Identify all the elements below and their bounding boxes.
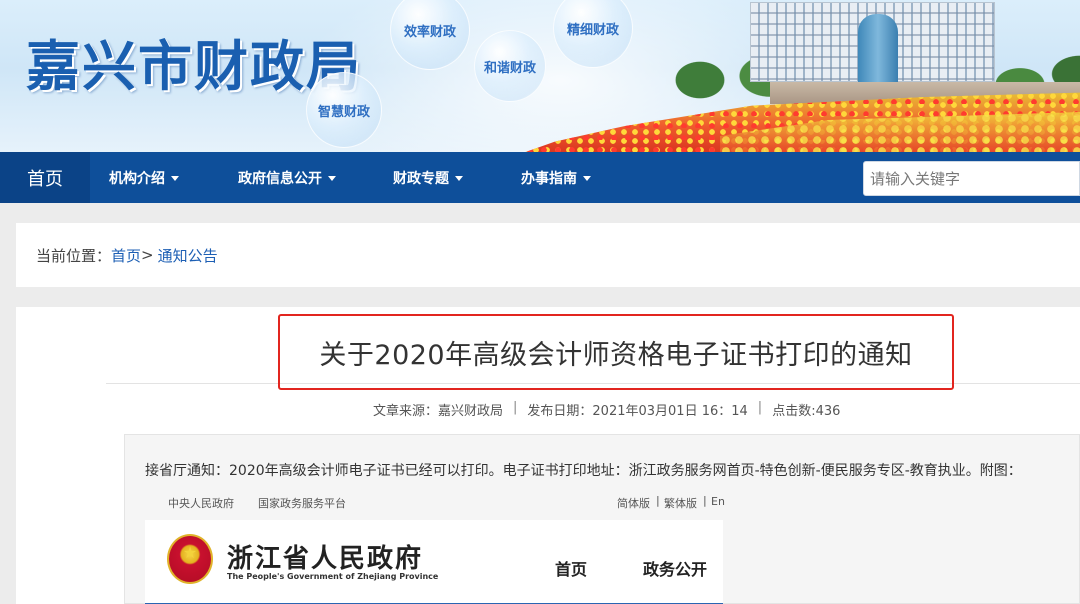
- embedded-lang-english: En: [711, 495, 725, 508]
- nav-item-finance-topics[interactable]: 财政专题: [393, 152, 463, 203]
- nav-item-gov-info[interactable]: 政府信息公开: [238, 152, 336, 203]
- bubble-label: 智慧财政: [317, 104, 370, 120]
- embedded-link-central-gov: 中央人民政府: [168, 497, 234, 510]
- nav-home[interactable]: 首页: [0, 152, 90, 203]
- embedded-lang-simplified: 简体版: [617, 497, 650, 510]
- meta-divider: |: [513, 400, 518, 415]
- title-highlight-box: 关于2020年高级会计师资格电子证书打印的通知: [278, 314, 954, 390]
- bubble-harmony: 和谐财政: [474, 30, 546, 102]
- article-date: 发布日期：2021年03月01日 16：14: [527, 404, 748, 419]
- banner-building-tower: [858, 14, 898, 84]
- main-nav: 首页 机构介绍 政府信息公开 财政专题 办事指南 请输入关键字: [0, 152, 1080, 203]
- caret-down-icon: [328, 176, 336, 181]
- embedded-nav-home: 首页: [555, 560, 588, 579]
- page: 嘉兴市财政局 效率财政 和谐财政 精细财政 智慧财政 首页 机构介绍 政府信息公…: [0, 0, 1080, 604]
- embedded-link-national-platform: 国家政务服务平台: [258, 497, 346, 510]
- breadcrumb-prefix: 当前位置：: [36, 246, 112, 265]
- embedded-lang-separator: |: [703, 494, 707, 507]
- caret-down-icon: [583, 176, 591, 181]
- nav-item-service-guide[interactable]: 办事指南: [521, 152, 591, 203]
- nav-item-label: 财政专题: [393, 170, 449, 187]
- bubble-label: 效率财政: [403, 24, 456, 40]
- article-panel: 关于2020年高级会计师资格电子证书打印的通知 文章来源：嘉兴财政局 | 发布日…: [16, 307, 1080, 604]
- bubble-smart: 智慧财政: [306, 72, 382, 148]
- embedded-gov-name: 浙江省人民政府: [227, 544, 424, 574]
- article-content: 接省厅通知：2020年高级会计师电子证书已经可以打印。电子证书打印地址：浙江政务…: [124, 434, 1080, 604]
- breadcrumb-home-link[interactable]: 首页: [111, 245, 141, 266]
- nav-item-label: 机构介绍: [109, 170, 165, 187]
- bubble-label: 和谐财政: [483, 60, 536, 76]
- emblem-star-icon: ★: [182, 542, 198, 562]
- embedded-screenshot-header: ★ 浙江省人民政府 The People's Government of Zhe…: [145, 520, 723, 604]
- article-body-text: 接省厅通知：2020年高级会计师电子证书已经可以打印。电子证书打印地址：浙江政务…: [145, 463, 1022, 479]
- banner-building-photo: [520, 0, 1080, 152]
- embedded-gov-name-en: The People's Government of Zhejiang Prov…: [227, 572, 439, 581]
- article-hits: 点击数:436: [772, 404, 841, 419]
- breadcrumb-notices-link[interactable]: 通知公告: [158, 245, 218, 266]
- embedded-lang-separator: |: [656, 494, 660, 507]
- embedded-lang-traditional: 繁体版: [664, 497, 697, 510]
- embedded-nav-gov-affairs: 政务公开: [643, 560, 708, 579]
- caret-down-icon: [455, 176, 463, 181]
- article-meta: 文章来源：嘉兴财政局 | 发布日期：2021年03月01日 16：14 | 点击…: [373, 400, 840, 419]
- national-emblem-icon: ★: [167, 534, 213, 584]
- nav-item-org-intro[interactable]: 机构介绍: [109, 152, 179, 203]
- breadcrumb: 当前位置： 首页 > 通知公告: [36, 223, 218, 287]
- embedded-screenshot-topbar: 中央人民政府 国家政务服务平台 简体版 | 繁体版 | En: [145, 489, 725, 517]
- breadcrumb-panel: 当前位置： 首页 > 通知公告: [16, 223, 1080, 287]
- nav-item-label: 政府信息公开: [238, 170, 322, 187]
- nav-item-label: 办事指南: [521, 170, 577, 187]
- meta-divider: |: [757, 400, 763, 415]
- article-source: 文章来源：嘉兴财政局: [373, 404, 504, 419]
- article-title: 关于2020年高级会计师资格电子证书打印的通知: [319, 339, 913, 371]
- site-banner: 嘉兴市财政局 效率财政 和谐财政 精细财政 智慧财政: [0, 0, 1080, 152]
- caret-down-icon: [171, 176, 179, 181]
- search-input[interactable]: 请输入关键字: [863, 161, 1080, 196]
- breadcrumb-separator: >: [141, 246, 154, 264]
